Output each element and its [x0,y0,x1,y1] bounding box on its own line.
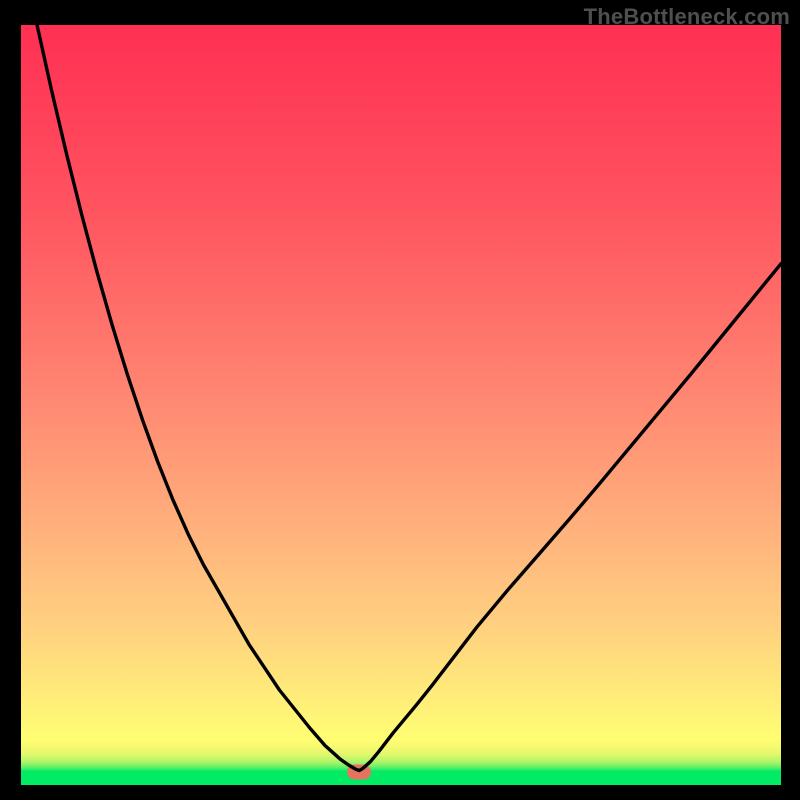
curve-path [21,25,781,771]
bottleneck-curve [21,25,781,785]
plot-area [21,25,781,785]
attribution-label: TheBottleneck.com [584,4,790,30]
chart-stage: TheBottleneck.com [0,0,800,800]
